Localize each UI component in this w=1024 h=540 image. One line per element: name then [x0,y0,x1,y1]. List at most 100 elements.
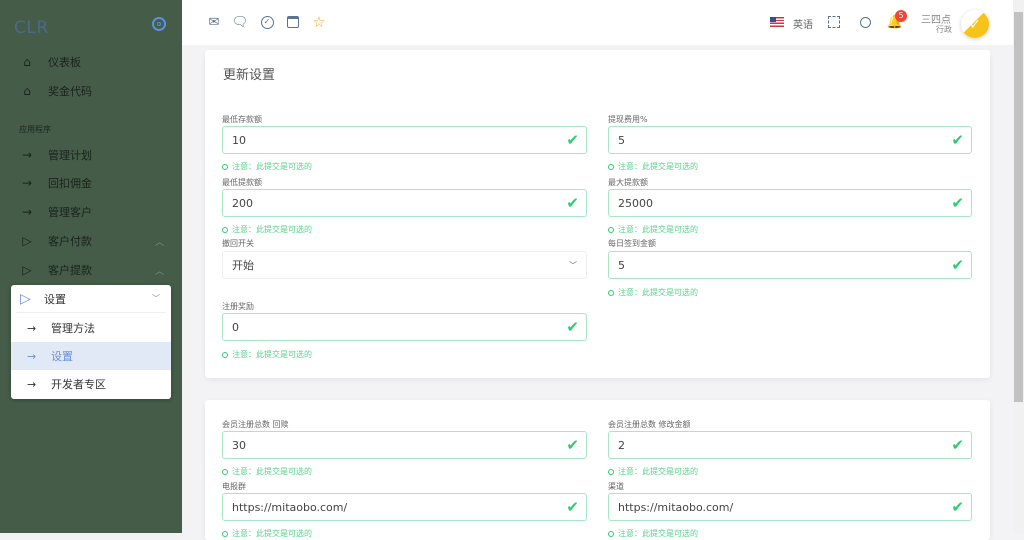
field-label: 会员注册总数 修改金额 [608,420,691,429]
sidebar-item-bonus-code[interactable]: ⌂ 奖金代码 [0,77,182,105]
settings-card: 更新设置 最低存款额 10 ✔ 注意：此提交是可选的 提现费用% 5 ✔ 注意：此提… [205,50,990,378]
avatar[interactable]: ✓ [961,10,989,38]
label: 开发者专区 [51,378,106,391]
check-icon: ✔ [566,194,579,212]
circle-icon [608,289,614,296]
scrollbar[interactable] [1013,0,1024,533]
play-icon: ▷ [20,290,31,307]
chevron-up-icon: ︿ [154,237,164,248]
value: 5 [618,133,625,147]
label: 客户付款 [48,235,92,248]
submenu-item-methods[interactable]: → 管理方法 [11,314,171,342]
note-text: 注意：此提交是可选的 [618,162,698,171]
optional-note: 注意：此提交是可选的 [222,349,587,360]
telegram-group-input[interactable]: https://mitaobo.com/ ✔ [222,493,587,521]
circle-icon [222,351,228,358]
member-amount-input[interactable]: 2 ✔ [608,431,972,459]
daily-checkin-input[interactable]: 5 ✔ [608,251,972,279]
label: 管理计划 [48,149,92,162]
optional-note: 注意：此提交是可选的 [608,466,972,477]
chat-icon[interactable]: 🗨 [232,14,249,30]
mail-icon[interactable]: ✉ [206,14,222,30]
submenu-item-settings[interactable]: → 设置 [11,342,171,370]
field-label: 注册奖励 [222,302,254,311]
sidebar: CLR ⌂ 仪表板 ⌂ 奖金代码 应用程序 → 管理计划 → 回扣佣金 → 管理客户 ▷ 客… [0,0,182,533]
optional-note: 注意：此提交是可选的 [608,161,972,172]
value: 0 [232,320,239,334]
label: 回扣佣金 [48,177,92,190]
fullscreen-icon[interactable] [826,14,842,30]
notification-badge: 5 [895,10,907,22]
search-icon[interactable] [857,14,873,30]
sidebar-item-payments[interactable]: ▷ 客户付款 ︿ [0,227,182,255]
referral-card: 会员注册总数 回赎 30 ✔ 注意：此提交是可选的 会员注册总数 修改金额 2 ✔ … [205,400,990,540]
circle-icon [608,226,614,233]
sidebar-item-rebate[interactable]: → 回扣佣金 [0,169,182,197]
play-icon: ▷ [22,234,32,248]
us-flag-icon[interactable] [770,17,784,27]
arrow-right-icon: → [21,148,33,162]
play-icon: ▷ [22,263,32,277]
submenu-item-developer[interactable]: → 开发者专区 [11,370,171,398]
scrollbar-thumb[interactable] [1014,12,1023,402]
value: 10 [232,133,246,147]
chevron-down-icon: ﹀ [152,294,160,303]
field-label: 渠道 [608,482,624,491]
home-icon: ⌂ [23,55,31,69]
check-icon: ✔ [566,318,579,336]
channel-input[interactable]: https://mitaobo.com/ ✔ [608,493,972,521]
value: https://mitaobo.com/ [618,500,734,514]
sidebar-item-plans[interactable]: → 管理计划 [0,141,182,169]
withdraw-fee-input[interactable]: 5 ✔ [608,126,972,154]
value: 30 [232,438,246,452]
field-label: 最低存款额 [222,115,262,124]
check-circle-icon[interactable]: ✓ [259,14,275,30]
check-icon: ✔ [951,436,964,454]
min-deposit-input[interactable]: 10 ✔ [222,126,587,154]
withdraw-switch-select[interactable]: 开始 ﹀ [222,251,587,279]
check-icon: ✔ [566,131,579,149]
settings-submenu: ▷ 设置 ﹀ → 管理方法 → 设置 → 开发者专区 [11,285,171,399]
value: https://mitaobo.com/ [232,500,348,514]
value: 25000 [618,196,653,210]
check-icon: ✔ [951,131,964,149]
max-withdraw-input[interactable]: 25000 ✔ [608,189,972,217]
sidebar-item-settings[interactable]: ▷ 设置 ﹀ [16,285,166,313]
check-icon: ✔ [566,498,579,516]
circle-icon [222,226,228,233]
note-text: 注意：此提交是可选的 [618,529,698,538]
field-label: 撤回开关 [222,239,254,248]
note-text: 注意：此提交是可选的 [232,467,312,476]
card-title: 更新设置 [223,68,276,83]
star-icon[interactable]: ☆ [311,13,327,31]
check-icon: ✔ [951,498,964,516]
optional-note: 注意：此提交是可选的 [608,287,972,298]
sidebar-item-dashboard[interactable]: ⌂ 仪表板 [0,48,182,76]
sidebar-item-customers[interactable]: → 管理客户 [0,198,182,226]
field-label: 电报群 [222,482,246,491]
topbar: ✉ 🗨 ✓ ☆ 英语 🔔 5 三四点 行政 ✓ [182,0,1013,45]
calendar-icon[interactable] [285,14,301,30]
optional-note: 注意：此提交是可选的 [608,224,972,235]
language-selector[interactable]: 英语 [793,16,813,31]
min-withdraw-input[interactable]: 200 ✔ [222,189,587,217]
note-text: 注意：此提交是可选的 [232,162,312,171]
note-text: 注意：此提交是可选的 [618,467,698,476]
label: 奖金代码 [48,85,92,98]
circle-icon [608,468,614,475]
home-icon: ⌂ [23,84,31,98]
circle-icon [222,163,228,170]
value: 2 [618,438,625,452]
target-icon[interactable] [152,17,166,31]
optional-note: 注意：此提交是可选的 [222,161,587,172]
field-label: 提现费用% [608,115,648,124]
optional-note: 注意：此提交是可选的 [222,224,587,235]
label: 设置 [51,350,73,363]
circle-icon [608,530,614,537]
arrow-right-icon: → [27,349,37,363]
member-redeem-input[interactable]: 30 ✔ [222,431,587,459]
check-icon: ✔ [951,256,964,274]
note-text: 注意：此提交是可选的 [618,225,698,234]
signup-bonus-input[interactable]: 0 ✔ [222,313,587,341]
sidebar-item-withdrawals[interactable]: ▷ 客户提款 ︿ [0,256,182,284]
